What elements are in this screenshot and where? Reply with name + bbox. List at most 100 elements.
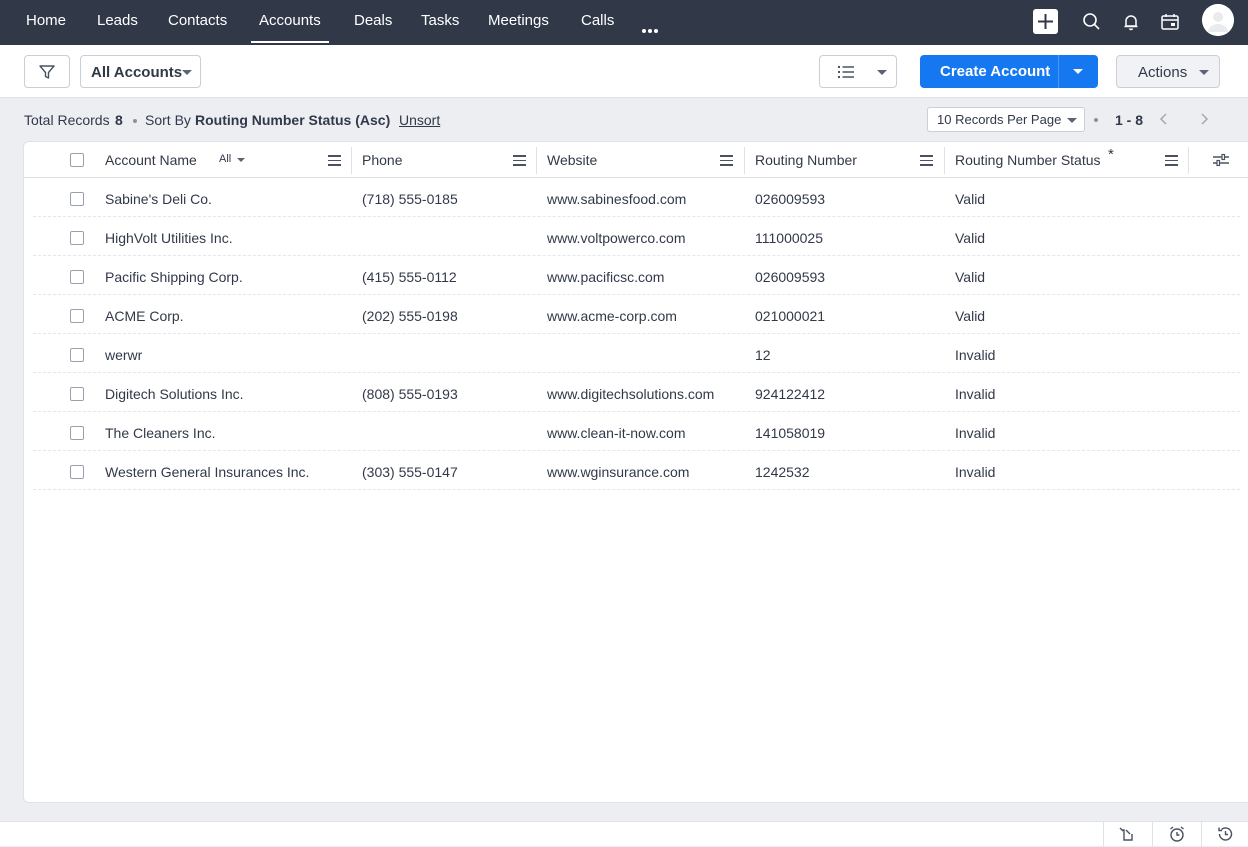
- bottom-utility-bar: [0, 821, 1248, 847]
- recent-items-button[interactable]: [1103, 822, 1151, 847]
- chevron-down-icon: [182, 70, 192, 75]
- column-menu-icon[interactable]: [328, 155, 341, 166]
- avatar[interactable]: [1202, 4, 1234, 36]
- plus-icon[interactable]: [1033, 9, 1058, 34]
- cell-routing-number: 12: [755, 347, 771, 363]
- cell-account-name[interactable]: Western General Insurances Inc.: [105, 464, 309, 480]
- recent-items-icon: [1119, 827, 1133, 841]
- table-row[interactable]: The Cleaners Inc. www.clean-it-now.com 141…: [33, 412, 1240, 451]
- column-header-account-name[interactable]: Account Name: [105, 152, 197, 168]
- nav-tab-contacts[interactable]: Contacts: [168, 0, 227, 45]
- column-settings-icon[interactable]: [1212, 153, 1230, 167]
- create-options-chevron-icon[interactable]: [1073, 69, 1083, 74]
- nav-tab-tasks[interactable]: Tasks: [421, 0, 459, 45]
- previous-page-icon[interactable]: [1158, 112, 1170, 126]
- cell-routing-number: 1242532: [755, 464, 810, 480]
- reminder-alarm-icon: [1170, 826, 1184, 842]
- cell-account-name[interactable]: Pacific Shipping Corp.: [105, 269, 243, 285]
- column-menu-icon[interactable]: [720, 155, 733, 166]
- column-divider: [351, 147, 352, 174]
- table-row[interactable]: ACME Corp. (202) 555-0198 www.acme-corp.co…: [33, 295, 1240, 334]
- row-checkbox[interactable]: [70, 270, 84, 284]
- view-select-label: All Accounts: [91, 64, 183, 81]
- row-checkbox[interactable]: [70, 309, 84, 323]
- cell-account-name[interactable]: HighVolt Utilities Inc.: [105, 230, 233, 246]
- table-row[interactable]: Digitech Solutions Inc. (808) 555-0193 www…: [33, 373, 1240, 412]
- table-row[interactable]: Sabine's Deli Co. (718) 555-0185 www.sabin…: [33, 178, 1240, 217]
- column-header-phone[interactable]: Phone: [362, 152, 402, 168]
- cell-account-name[interactable]: The Cleaners Inc.: [105, 425, 216, 441]
- next-page-icon[interactable]: [1198, 112, 1210, 126]
- column-header-routing-status[interactable]: Routing Number Status: [955, 152, 1101, 168]
- list-view-toggle[interactable]: [819, 55, 897, 88]
- table-row[interactable]: HighVolt Utilities Inc. www.voltpowerco.c…: [33, 217, 1240, 256]
- cell-account-name[interactable]: Digitech Solutions Inc.: [105, 386, 244, 402]
- cell-phone: (718) 555-0185: [362, 191, 458, 207]
- page-range: 1 - 8: [1115, 112, 1144, 128]
- history-icon: [1218, 827, 1233, 841]
- filter-icon: [39, 65, 55, 79]
- cell-phone: (303) 555-0147: [362, 464, 458, 480]
- button-divider: [1058, 55, 1059, 88]
- list-view-icon: [838, 66, 854, 78]
- cell-account-name[interactable]: werwr: [105, 347, 142, 363]
- view-select-dropdown[interactable]: All Accounts: [80, 55, 201, 88]
- row-checkbox[interactable]: [70, 387, 84, 401]
- row-checkbox[interactable]: [70, 231, 84, 245]
- column-menu-icon[interactable]: [1165, 155, 1178, 166]
- nav-tab-leads[interactable]: Leads: [97, 0, 138, 45]
- sort-field: Routing Number Status (Asc): [195, 112, 391, 128]
- records-per-page-select[interactable]: 10 Records Per Page: [927, 107, 1085, 132]
- separator-dot: [1094, 118, 1098, 122]
- nav-tab-calls[interactable]: Calls: [581, 0, 614, 45]
- total-records-label: Total Records: [24, 112, 110, 128]
- unsort-link[interactable]: Unsort: [399, 112, 440, 128]
- cell-routing-status: Valid: [955, 191, 986, 207]
- cell-account-name[interactable]: ACME Corp.: [105, 308, 184, 324]
- more-icon[interactable]: [642, 20, 660, 33]
- create-account-button[interactable]: Create Account: [920, 55, 1098, 88]
- cell-routing-status: Valid: [955, 230, 986, 246]
- row-checkbox[interactable]: [70, 426, 84, 440]
- records-summary-bar: Total Records 8 Sort By Routing Number S…: [0, 99, 1248, 141]
- column-header-website[interactable]: Website: [547, 152, 597, 168]
- filter-button[interactable]: [24, 55, 70, 88]
- sort-by-label: Sort By: [145, 112, 191, 128]
- account-filter-select[interactable]: All: [219, 153, 231, 165]
- column-menu-icon[interactable]: [920, 155, 933, 166]
- column-menu-icon[interactable]: [513, 155, 526, 166]
- nav-tab-meetings[interactable]: Meetings: [488, 0, 549, 45]
- table-row[interactable]: Pacific Shipping Corp. (415) 555-0112 www.…: [33, 256, 1240, 295]
- bell-icon[interactable]: [1119, 10, 1143, 34]
- cell-routing-number: 026009593: [755, 191, 826, 207]
- search-icon[interactable]: [1080, 10, 1104, 34]
- nav-tab-accounts[interactable]: Accounts: [251, 0, 329, 45]
- actions-button[interactable]: Actions: [1116, 55, 1220, 88]
- column-header-routing-number[interactable]: Routing Number: [755, 152, 857, 168]
- actions-label: Actions: [1138, 64, 1188, 81]
- records-per-page-label: 10 Records Per Page: [937, 112, 1062, 127]
- cell-routing-number: 026009593: [755, 269, 826, 285]
- history-button[interactable]: [1201, 822, 1248, 847]
- column-divider: [536, 147, 537, 174]
- select-all-checkbox[interactable]: [70, 153, 84, 167]
- cell-routing-number: 021000021: [755, 308, 826, 324]
- table-row[interactable]: werwr 12 Invalid: [33, 334, 1240, 373]
- table-row[interactable]: Western General Insurances Inc. (303) 555…: [33, 451, 1240, 490]
- required-field-mark: *: [1108, 146, 1114, 163]
- column-divider: [1188, 147, 1189, 174]
- chevron-down-icon: [1199, 70, 1209, 75]
- row-checkbox[interactable]: [70, 192, 84, 206]
- row-checkbox[interactable]: [70, 465, 84, 479]
- reminder-button[interactable]: [1152, 822, 1200, 847]
- cell-routing-status: Invalid: [955, 347, 996, 363]
- row-checkbox[interactable]: [70, 348, 84, 362]
- calendar-icon[interactable]: [1158, 10, 1182, 34]
- nav-tab-home[interactable]: Home: [26, 0, 66, 45]
- cell-routing-status: Valid: [955, 269, 986, 285]
- nav-tab-deals[interactable]: Deals: [354, 0, 392, 45]
- cell-account-name[interactable]: Sabine's Deli Co.: [105, 191, 212, 207]
- column-divider: [744, 147, 745, 174]
- accounts-table: Account Name All Phone Website Routing N…: [23, 141, 1248, 803]
- cell-routing-status: Invalid: [955, 386, 996, 402]
